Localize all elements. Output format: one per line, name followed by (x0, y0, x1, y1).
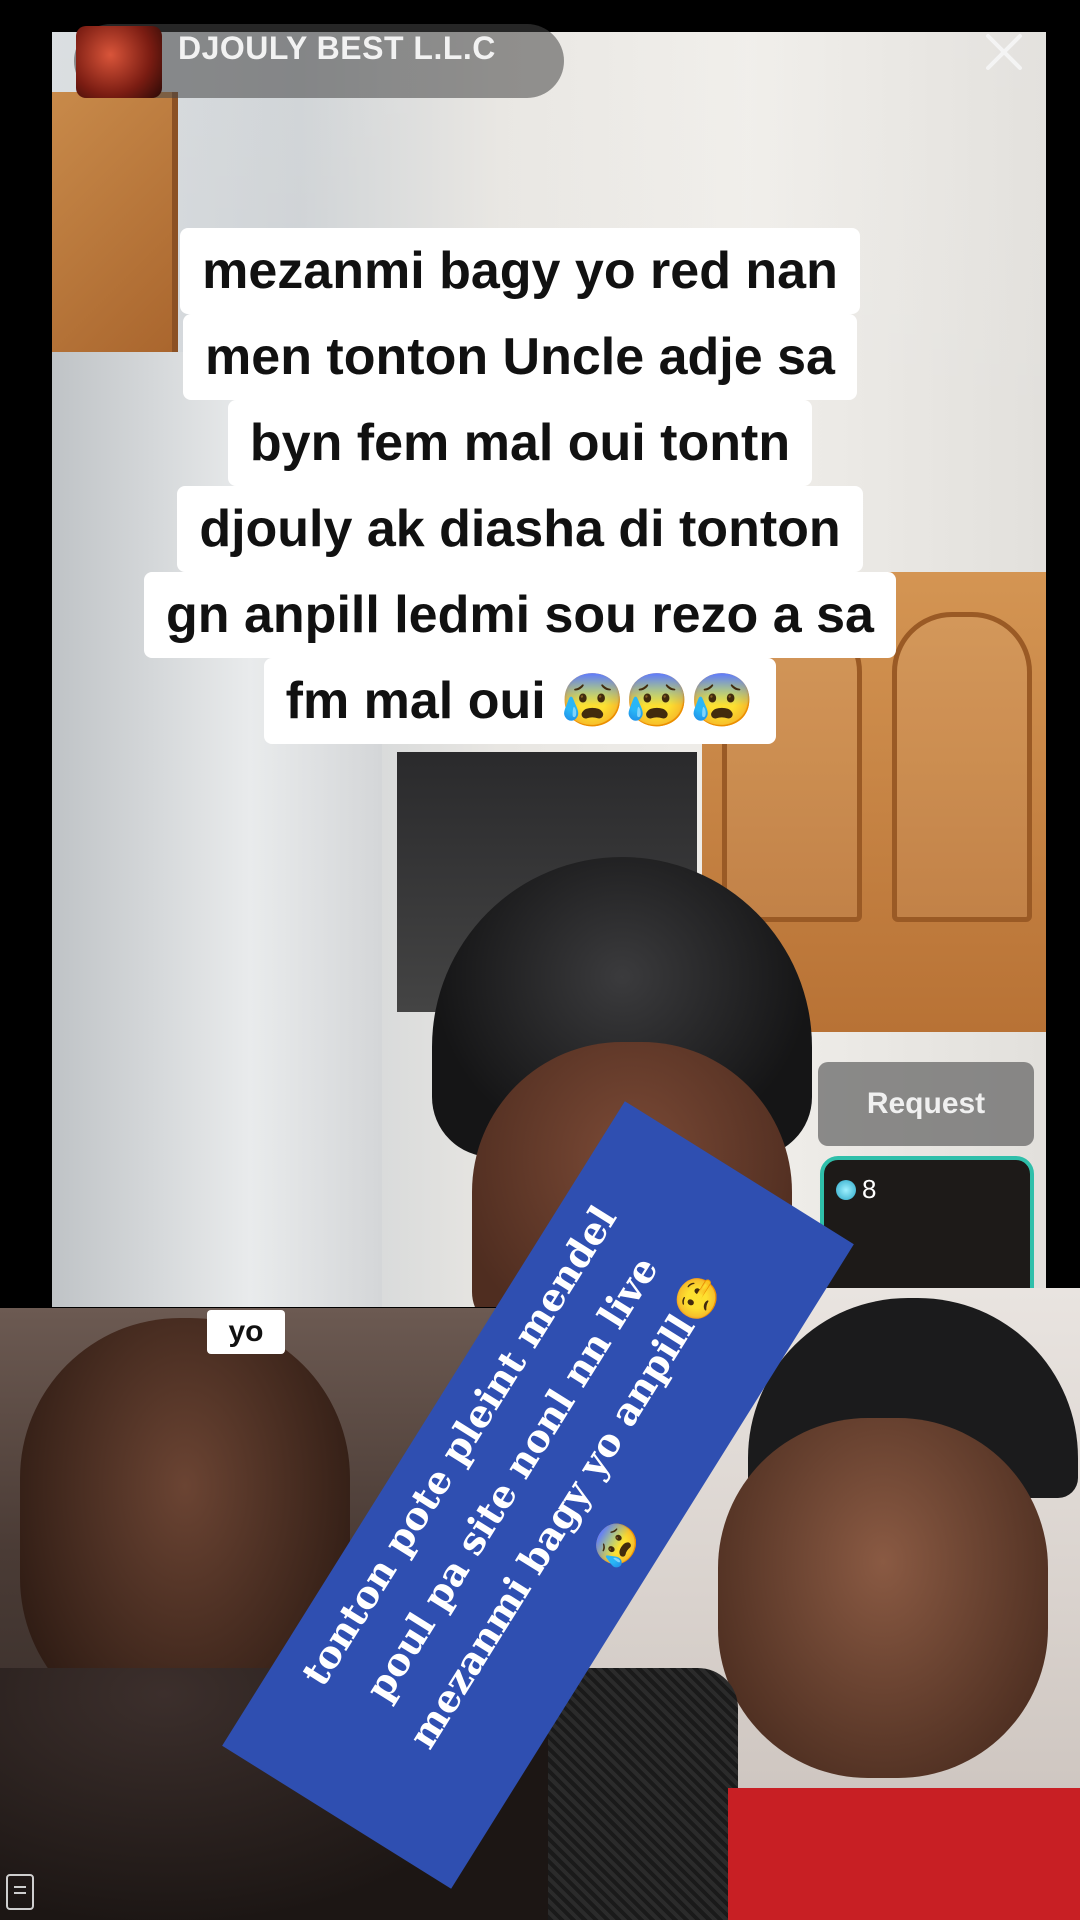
request-button[interactable]: Request (818, 1062, 1034, 1146)
avatar[interactable] (76, 26, 162, 98)
bottom-right-video (548, 1288, 1080, 1920)
bottom-left-video (0, 1308, 548, 1920)
gem-icon (836, 1179, 856, 1200)
guest-count: 8 (836, 1174, 876, 1205)
caption-line: men tonton Uncle adje sa (183, 314, 857, 400)
yo-tag: yo (207, 1310, 285, 1354)
caption-line: gn anpill ledmi sou rezo a sa (144, 572, 896, 658)
guest-card[interactable]: 8 (820, 1156, 1034, 1306)
caption-line: mezanmi bagy yo red nan (180, 228, 860, 314)
host-face (472, 1042, 792, 1307)
close-icon[interactable] (982, 30, 1026, 74)
caption-line: djouly ak diasha di tonton (177, 486, 863, 572)
caption-line: fm mal oui 😰😰😰 (263, 658, 777, 744)
microphone (548, 1668, 738, 1920)
guest-count-value: 8 (862, 1174, 877, 1204)
document-icon[interactable] (6, 1874, 34, 1910)
host-name: DJOULY BEST L.L.C (178, 30, 496, 66)
caption-line: byn fem mal oui tontn (227, 400, 813, 486)
caption-block: mezanmi bagy yo red nan men tonton Uncle… (0, 228, 1040, 744)
